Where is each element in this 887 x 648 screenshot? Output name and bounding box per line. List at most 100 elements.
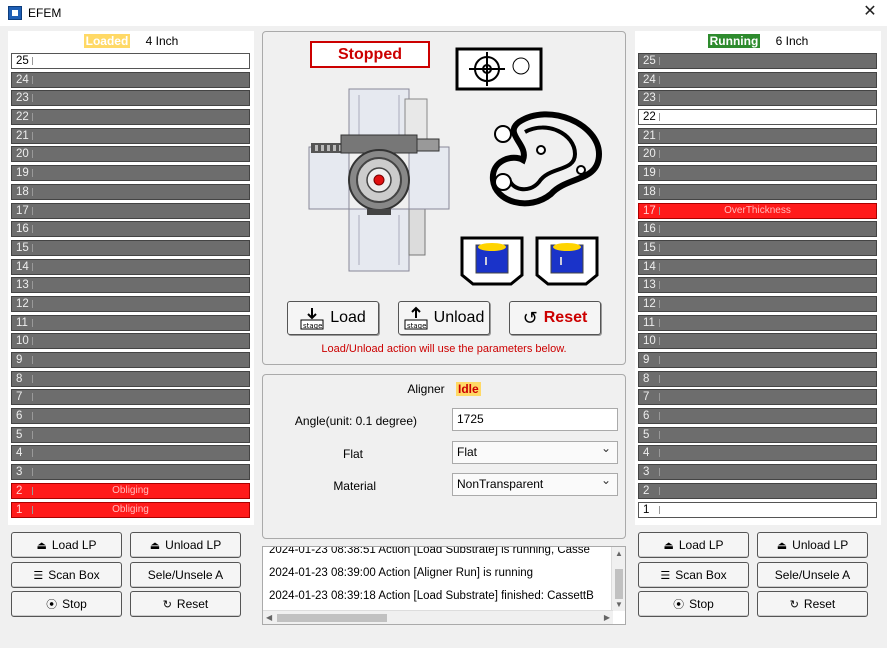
wafer-slot-19[interactable]: 19 [11, 165, 250, 182]
right-unload-lp-button[interactable]: ⏏ Unload LP [757, 532, 868, 558]
load-button[interactable]: stage Load [287, 301, 379, 335]
wafer-slot-3[interactable]: 3 [638, 464, 877, 481]
reset-icon: ↻ [789, 598, 799, 611]
right-stop-button[interactable]: ⦿ Stop [638, 591, 749, 617]
material-select[interactable]: NonTransparent [452, 470, 618, 496]
slot-marker [32, 243, 33, 252]
slot-marker [659, 94, 660, 103]
wafer-slot-13[interactable]: 13 [11, 277, 250, 294]
wafer-slot-3[interactable]: 3 [11, 464, 250, 481]
slot-marker [659, 468, 660, 477]
flat-label: Flat [342, 447, 363, 461]
wafer-slot-15[interactable]: 15 [11, 239, 250, 256]
wafer-slot-23[interactable]: 23 [11, 90, 250, 107]
wafer-slot-25[interactable]: 25 [638, 53, 877, 69]
wafer-slot-9[interactable]: 9 [11, 352, 250, 368]
wafer-slot-4[interactable]: 4 [638, 445, 877, 462]
right-reset-button[interactable]: ↻ Reset [757, 591, 868, 617]
wafer-slot-5[interactable]: 5 [638, 426, 877, 443]
left-reset-button[interactable]: ↻ Reset [130, 591, 241, 617]
wafer-slot-21[interactable]: 21 [638, 127, 877, 144]
wafer-slot-10[interactable]: 10 [638, 333, 877, 350]
slot-marker [659, 169, 660, 178]
wafer-slot-25[interactable]: 25 [11, 53, 250, 69]
slot-marker [32, 299, 33, 308]
wafer-slot-19[interactable]: 19 [638, 165, 877, 182]
wafer-slot-4[interactable]: 4 [11, 445, 250, 462]
log-vertical-scrollbar[interactable]: ▲ ▼ [611, 547, 625, 611]
wafer-slot-22[interactable]: 22 [638, 109, 877, 126]
robot-status: Stopped [310, 41, 430, 68]
wafer-slot-11[interactable]: 11 [638, 314, 877, 331]
slot-number: 25 [16, 55, 29, 67]
load-stage-icon: stage [300, 308, 324, 330]
slot-number: 8 [643, 372, 650, 385]
wafer-slot-13[interactable]: 13 [638, 277, 877, 294]
wafer-slot-1[interactable]: 1 [638, 501, 877, 518]
wafer-slot-17[interactable]: 17 [11, 202, 250, 219]
wafer-slot-9[interactable]: 9 [638, 352, 877, 368]
wafer-slot-6[interactable]: 6 [11, 408, 250, 425]
wafer-slot-12[interactable]: 12 [11, 295, 250, 312]
wafer-slot-22[interactable]: 22 [11, 109, 250, 126]
wafer-slot-7[interactable]: 7 [638, 389, 877, 406]
log-horizontal-scrollbar[interactable]: ◀ ▶ [263, 610, 613, 624]
wafer-slot-20[interactable]: 20 [11, 146, 250, 163]
wafer-slot-1[interactable]: 1 Obliging [11, 501, 250, 518]
wafer-slot-18[interactable]: 18 [638, 183, 877, 200]
unload-button[interactable]: stage Unload [398, 301, 490, 335]
wafer-slot-23[interactable]: 23 [638, 90, 877, 107]
robot-reset-button[interactable]: ↺ Reset [509, 301, 601, 335]
scroll-right-icon[interactable]: ▶ [604, 613, 610, 622]
wafer-slot-2[interactable]: 2 Obliging [11, 482, 250, 499]
wafer-slot-8[interactable]: 8 [11, 370, 250, 387]
flat-select[interactable]: Flat [452, 438, 618, 464]
left-load-lp-button[interactable]: ⏏ Load LP [11, 532, 122, 558]
right-scan-box-button[interactable]: ☰ Scan Box [638, 562, 749, 588]
left-port-status-badge: Loaded [83, 34, 131, 48]
left-unload-lp-button[interactable]: ⏏ Unload LP [130, 532, 241, 558]
wafer-slot-12[interactable]: 12 [638, 295, 877, 312]
slot-number: 7 [643, 391, 650, 404]
wafer-slot-2[interactable]: 2 [638, 482, 877, 499]
slot-marker [659, 113, 660, 122]
slot-number: 9 [643, 354, 650, 366]
wafer-slot-14[interactable]: 14 [638, 258, 877, 275]
wafer-slot-10[interactable]: 10 [11, 333, 250, 350]
slot-marker [32, 430, 33, 439]
event-log[interactable]: 2024-01-23 08:38:51 Action [Load Substra… [262, 546, 626, 625]
wafer-slot-11[interactable]: 11 [11, 314, 250, 331]
angle-input[interactable]: 1725 [452, 408, 618, 431]
wafer-slot-16[interactable]: 16 [11, 221, 250, 238]
wafer-slot-6[interactable]: 6 [638, 408, 877, 425]
slot-number: 18 [16, 185, 29, 198]
wafer-slot-15[interactable]: 15 [638, 239, 877, 256]
wafer-slot-14[interactable]: 14 [11, 258, 250, 275]
left-stop-button[interactable]: ⦿ Stop [11, 591, 122, 617]
wafer-slot-7[interactable]: 7 [11, 389, 250, 406]
scroll-up-icon[interactable]: ▲ [615, 549, 623, 558]
left-scan-box-button[interactable]: ☰ Scan Box [11, 562, 122, 588]
wafer-slot-5[interactable]: 5 [11, 426, 250, 443]
scroll-left-icon[interactable]: ◀ [266, 613, 272, 622]
right-load-lp-button[interactable]: ⏏ Load LP [638, 532, 749, 558]
wafer-slot-21[interactable]: 21 [11, 127, 250, 144]
close-button[interactable]: ✕ [861, 3, 879, 21]
wafer-slot-16[interactable]: 16 [638, 221, 877, 238]
log-horizontal-thumb[interactable] [277, 614, 387, 622]
scroll-down-icon[interactable]: ▼ [615, 600, 623, 609]
slot-marker [32, 206, 33, 215]
wafer-slot-8[interactable]: 8 [638, 370, 877, 387]
slot-message: Obliging [112, 484, 149, 496]
wafer-slot-20[interactable]: 20 [638, 146, 877, 163]
wafer-slot-17[interactable]: 17 OverThickness [638, 202, 877, 219]
wafer-slot-18[interactable]: 18 [11, 183, 250, 200]
wafer-slot-24[interactable]: 24 [638, 71, 877, 88]
slot-number: 13 [643, 279, 656, 292]
slot-marker [659, 412, 660, 421]
log-vertical-thumb[interactable] [615, 569, 623, 599]
reset-icon: ↺ [522, 307, 538, 328]
right-sele-unsele-button[interactable]: Sele/Unsele A [757, 562, 868, 588]
left-sele-unsele-button[interactable]: Sele/Unsele A [130, 562, 241, 588]
wafer-slot-24[interactable]: 24 [11, 71, 250, 88]
